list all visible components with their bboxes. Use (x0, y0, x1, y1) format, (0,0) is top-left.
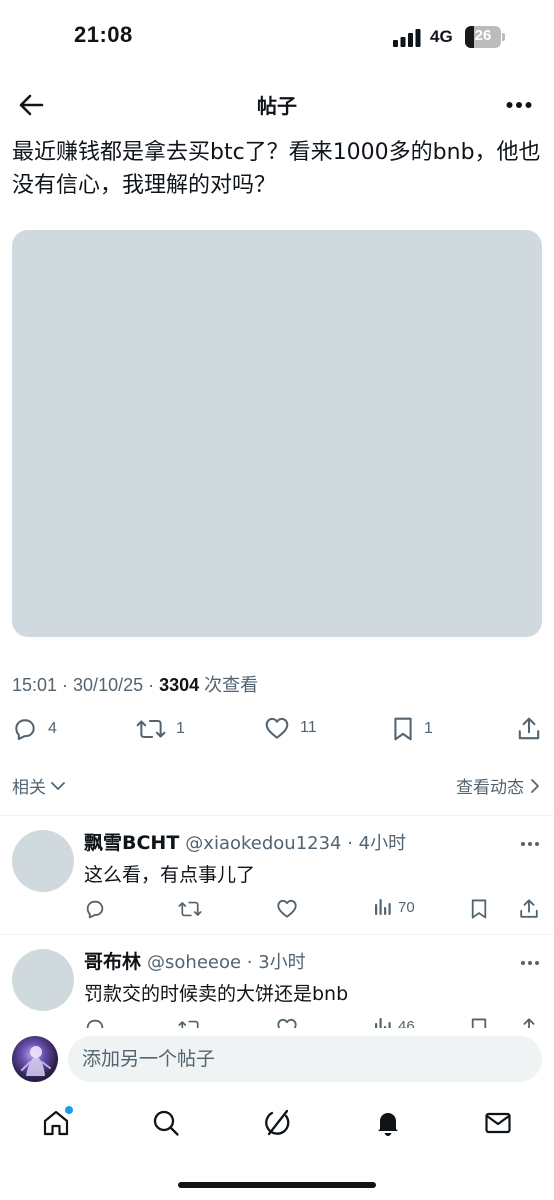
tab-grok[interactable] (260, 1106, 294, 1140)
share-icon (518, 717, 540, 740)
status-time: 21:08 (74, 22, 133, 47)
views-count: 70 (398, 898, 415, 916)
home-indicator (178, 1182, 376, 1188)
reply-button[interactable] (84, 898, 106, 920)
view-activity-label: 查看动态 (456, 778, 524, 798)
post-text: 最近赚钱都是拿去买btc了？看来1000多的bnb，他也没有信心，我理解的对吗？ (12, 140, 541, 198)
related-row: 相关 查看动态 (0, 766, 554, 802)
bookmark-button[interactable] (470, 898, 488, 920)
bookmark-button[interactable]: 1 (392, 716, 433, 742)
signal-icon (393, 29, 421, 47)
page-title: 帖子 (257, 94, 297, 118)
tab-search[interactable] (149, 1106, 183, 1140)
avatar[interactable] (12, 830, 74, 892)
like-count: 11 (300, 719, 317, 736)
notifications-icon (378, 1113, 398, 1136)
more-horizontal-icon (521, 842, 539, 846)
chevron-right-icon (531, 778, 539, 793)
grok-icon (265, 1109, 290, 1136)
view-activity-link[interactable]: 查看动态 (456, 773, 540, 798)
reply-more-button[interactable] (520, 951, 540, 970)
reply-icon (86, 900, 104, 919)
bookmark-count: 1 (424, 720, 433, 737)
reply-button[interactable]: 4 (12, 716, 57, 742)
tab-messages[interactable] (481, 1106, 515, 1140)
app-header: 帖子 (0, 76, 554, 132)
repost-count: 1 (176, 720, 185, 737)
share-icon (520, 899, 538, 918)
post-meta: 15:01 · 30/10/25 · 3304 次查看 (12, 671, 258, 697)
reply-text: 罚款交的时候卖的大饼还是bnb (84, 983, 349, 1005)
repost-button[interactable] (178, 898, 202, 920)
battery-icon: 26 (465, 26, 505, 48)
reply-header: 飘雪BCHT @xiaokedou1234 · 4小时 (84, 828, 406, 855)
bookmark-icon (394, 717, 412, 741)
like-button[interactable]: 11 (264, 716, 317, 740)
more-horizontal-icon (521, 961, 539, 965)
more-options-button[interactable] (502, 88, 536, 122)
views-icon (375, 899, 391, 915)
battery-level-text: 26 (474, 27, 492, 44)
bottom-tab-bar (0, 1092, 554, 1200)
chevron-down-icon (51, 781, 65, 790)
more-horizontal-icon (506, 102, 532, 108)
like-icon (265, 717, 289, 739)
reply-item[interactable]: 飘雪BCHT @xiaokedou1234 · 4小时 这么看，有点事儿了 70 (0, 816, 554, 934)
reply-action-bar: 70 (84, 898, 544, 922)
reply-author-handle: @soheeoe · 3小时 (147, 952, 306, 973)
status-bar: 21:08 4G 26 (0, 0, 554, 76)
reply-count: 4 (48, 720, 57, 737)
views-button[interactable]: 70 (374, 898, 415, 916)
reply-author-name[interactable]: 哥布林 (84, 947, 141, 974)
related-toggle[interactable]: 相关 (12, 773, 66, 798)
like-button[interactable] (276, 898, 298, 919)
bookmark-icon (471, 899, 487, 919)
share-button[interactable] (518, 898, 540, 920)
reply-more-button[interactable] (520, 832, 540, 851)
post-timestamp: 15:01 · 30/10/25 · (12, 675, 160, 695)
post-views-count: 3304 (159, 675, 200, 695)
reply-header: 哥布林 @soheeoe · 3小时 (84, 947, 306, 974)
reply-author-handle: @xiaokedou1234 · 4小时 (185, 833, 407, 854)
reply-input[interactable]: 添加另一个帖子 (68, 1036, 542, 1082)
repost-icon (136, 719, 166, 739)
post-action-bar: 4 1 11 1 (0, 710, 554, 752)
tab-notifications[interactable] (371, 1106, 405, 1140)
reply-icon (15, 719, 35, 740)
share-button[interactable] (516, 716, 542, 742)
search-icon (153, 1110, 179, 1136)
network-type: 4G (430, 27, 453, 46)
repost-button[interactable]: 1 (136, 716, 185, 742)
avatar[interactable] (12, 1036, 58, 1082)
reply-author-name[interactable]: 飘雪BCHT (84, 828, 179, 855)
post-media-placeholder[interactable] (12, 230, 542, 637)
like-icon (277, 899, 297, 918)
messages-icon (485, 1112, 511, 1134)
reply-text: 这么看，有点事儿了 (84, 864, 256, 886)
avatar[interactable] (12, 949, 74, 1011)
notification-dot (65, 1106, 73, 1114)
post-views-label: 次查看 (199, 675, 259, 695)
reply-composer: 添加另一个帖子 (0, 1028, 554, 1092)
tab-home[interactable] (39, 1106, 73, 1140)
related-label: 相关 (12, 778, 46, 798)
repost-icon (178, 901, 202, 917)
